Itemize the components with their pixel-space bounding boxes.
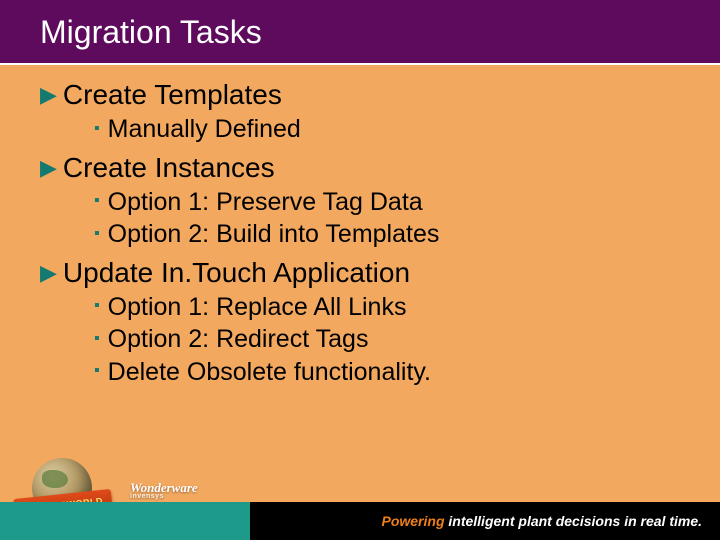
square-bullet-icon: ▪ [94, 296, 100, 317]
slide-title: Migration Tasks [40, 14, 720, 51]
topic-title: Update In.Touch Application [63, 257, 410, 289]
square-bullet-icon: ▪ [94, 119, 100, 140]
square-bullet-icon: ▪ [94, 361, 100, 382]
topic-line: ▶ Create Templates [40, 79, 680, 111]
tagline-rest: intelligent plant decisions in real time… [445, 513, 703, 529]
sub-item: ▪ Delete Obsolete functionality. [94, 356, 680, 389]
topic-title: Create Templates [63, 79, 282, 111]
slide-header: Migration Tasks [0, 0, 720, 65]
square-bullet-icon: ▪ [94, 191, 100, 212]
sub-item: ▪ Option 1: Preserve Tag Data [94, 186, 680, 219]
topic-item: ▶ Create Templates ▪ Manually Defined [40, 79, 680, 146]
topic-title: Create Instances [63, 152, 275, 184]
footer-left-block [0, 502, 250, 540]
footer-bar: Powering intelligent plant decisions in … [0, 502, 720, 540]
brand-logo: Wonderware invensys [130, 480, 198, 500]
slide-content: ▶ Create Templates ▪ Manually Defined ▶ … [0, 65, 720, 388]
tagline-accent: Powering [381, 513, 444, 529]
sub-item: ▪ Option 1: Replace All Links [94, 291, 680, 324]
sub-list: ▪ Option 1: Preserve Tag Data ▪ Option 2… [94, 186, 680, 251]
sub-list: ▪ Option 1: Replace All Links ▪ Option 2… [94, 291, 680, 389]
triangle-bullet-icon: ▶ [40, 82, 57, 108]
triangle-bullet-icon: ▶ [40, 260, 57, 286]
sub-text: Manually Defined [108, 113, 301, 146]
sub-text: Delete Obsolete functionality. [108, 356, 431, 389]
sub-list: ▪ Manually Defined [94, 113, 680, 146]
topic-line: ▶ Create Instances [40, 152, 680, 184]
sub-item: ▪ Manually Defined [94, 113, 680, 146]
triangle-bullet-icon: ▶ [40, 155, 57, 181]
sub-text: Option 1: Preserve Tag Data [108, 186, 423, 219]
sub-item: ▪ Option 2: Build into Templates [94, 218, 680, 251]
topic-item: ▶ Update In.Touch Application ▪ Option 1… [40, 257, 680, 389]
sub-text: Option 2: Build into Templates [108, 218, 440, 251]
footer-tagline: Powering intelligent plant decisions in … [381, 513, 702, 529]
square-bullet-icon: ▪ [94, 224, 100, 245]
sub-item: ▪ Option 2: Redirect Tags [94, 323, 680, 356]
sub-text: Option 1: Replace All Links [108, 291, 407, 324]
footer-right-block: Powering intelligent plant decisions in … [250, 502, 720, 540]
square-bullet-icon: ▪ [94, 329, 100, 350]
sub-text: Option 2: Redirect Tags [108, 323, 369, 356]
topic-item: ▶ Create Instances ▪ Option 1: Preserve … [40, 152, 680, 251]
topic-line: ▶ Update In.Touch Application [40, 257, 680, 289]
